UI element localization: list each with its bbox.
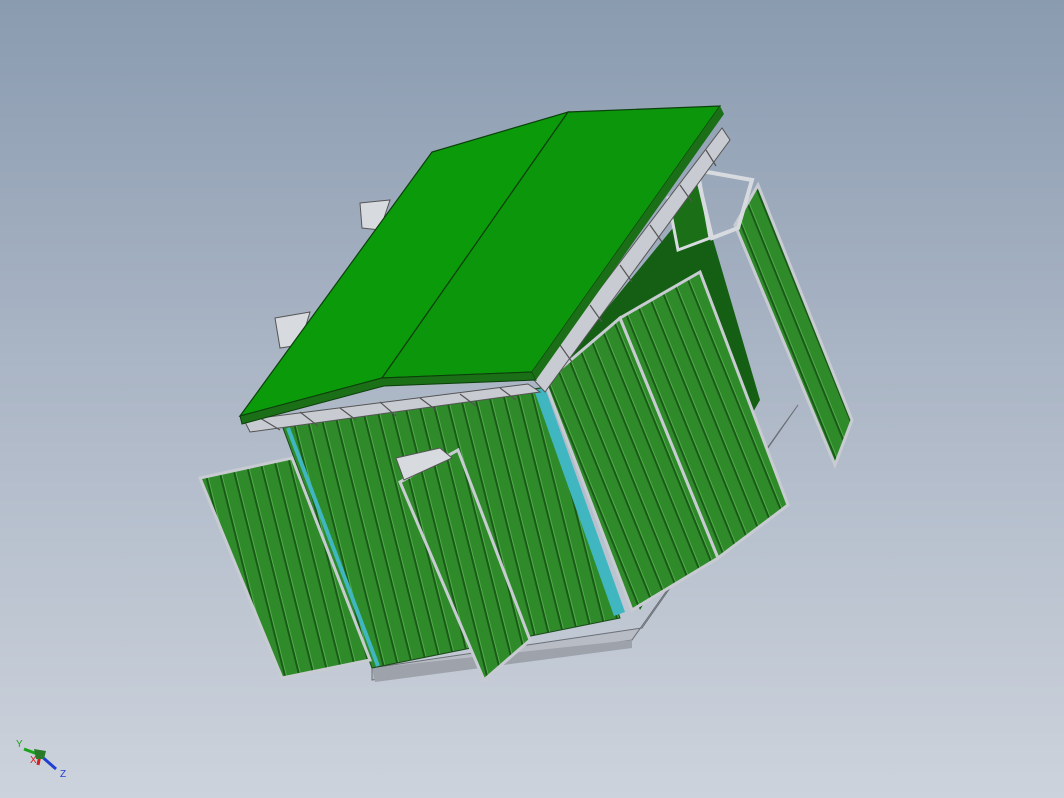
z-axis-label: Z: [60, 769, 66, 780]
container-house-model[interactable]: [0, 0, 1064, 798]
y-axis-label: Y: [16, 739, 23, 750]
triad-graphic: Y X Z: [16, 739, 66, 780]
x-axis-label: X: [30, 755, 37, 766]
view-orientation-triad[interactable]: Y X Z: [10, 735, 72, 781]
cad-viewport[interactable]: Y X Z: [0, 0, 1064, 798]
